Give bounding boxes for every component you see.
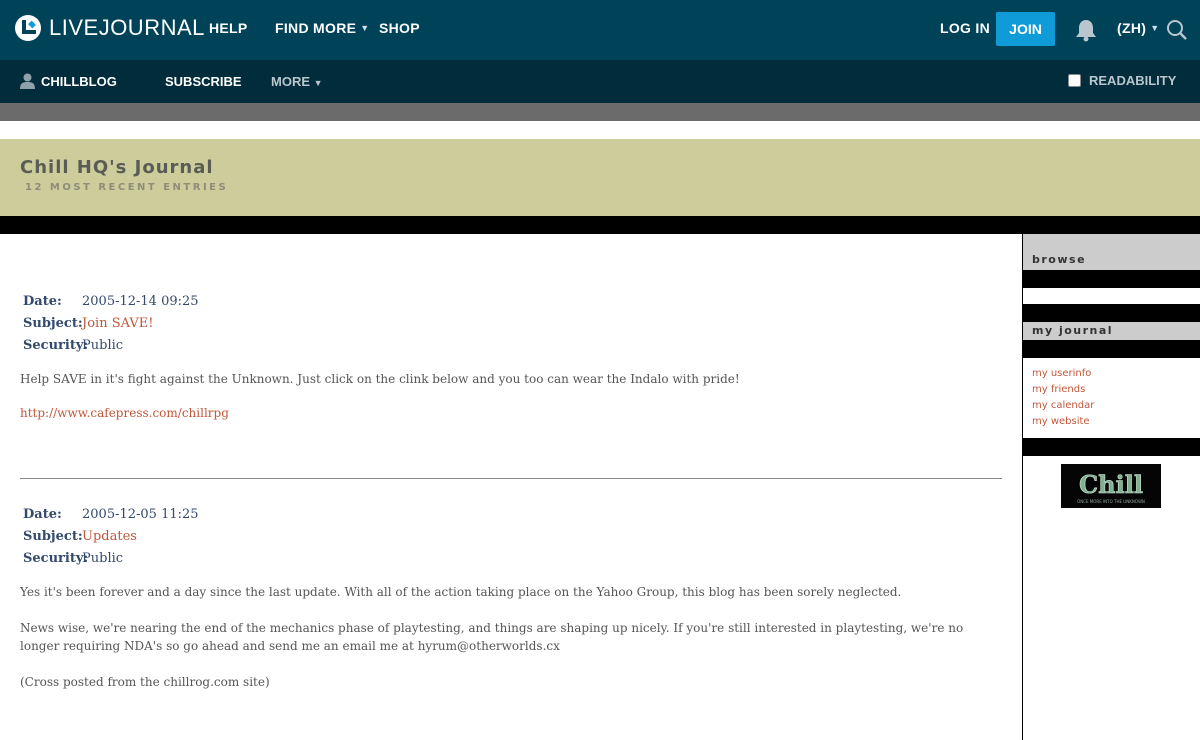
bell-icon[interactable]: [1075, 18, 1097, 42]
entry-body-paragraph: News wise, we're nearing the end of the …: [20, 621, 964, 653]
entry-security-label: Security:: [23, 551, 89, 566]
entry-external-link[interactable]: http://www.cafepress.com/chillrpg: [20, 406, 229, 420]
nav-shop[interactable]: SHOP: [379, 20, 420, 36]
sidebar-link-calendar[interactable]: my calendar: [1032, 400, 1094, 411]
entry-security-label: Security:: [23, 338, 89, 353]
sidebar-browse-heading: browse: [1023, 234, 1200, 270]
chevron-down-icon: ▼: [313, 78, 323, 88]
sidebar-bar: [1023, 438, 1200, 456]
more-label: MORE: [271, 74, 310, 89]
gray-band: [0, 103, 1200, 121]
login-link[interactable]: LOG IN: [940, 20, 990, 36]
language-selector[interactable]: (ZH) ▼: [1117, 20, 1159, 36]
nav-find-more[interactable]: FIND MORE ▼: [275, 20, 369, 36]
entry-subject-label: Subject:: [23, 316, 83, 331]
logo-text: LIVEJOURNAL: [49, 15, 205, 40]
sidebar-link-website[interactable]: my website: [1032, 416, 1090, 427]
journal-subtitle: 12 MOST RECENT ENTRIES: [25, 182, 229, 193]
readability-toggle[interactable]: READABILITY: [1068, 73, 1176, 88]
entry-subject-link[interactable]: Updates: [82, 529, 137, 544]
header-divider-bar: [0, 216, 1200, 234]
subscribe-link[interactable]: SUBSCRIBE: [165, 74, 242, 89]
entry-date: 2005-12-14 09:25: [82, 294, 199, 309]
livejournal-logo-icon: [15, 15, 41, 41]
livejournal-logo[interactable]: LIVEJOURNAL: [14, 14, 205, 42]
chill-logo-icon: Chill ONCE MORE INTO THE UNKNOWN: [1061, 464, 1161, 508]
sidebar-my-journal-heading: my journal: [1023, 322, 1200, 340]
entry-date-label: Date:: [23, 507, 62, 522]
sidebar-bar: [1023, 340, 1200, 358]
chevron-down-icon: ▼: [1150, 23, 1160, 33]
entry-date: 2005-12-05 11:25: [82, 507, 199, 522]
more-menu[interactable]: MORE ▼: [271, 74, 323, 89]
readability-label: READABILITY: [1089, 73, 1177, 88]
entry-date-label: Date:: [23, 294, 62, 309]
sidebar-bar: [1023, 304, 1200, 322]
journal-username[interactable]: CHILLBLOG: [41, 74, 117, 89]
user-icon: [20, 73, 35, 89]
entry-divider: [20, 478, 1002, 479]
entry-security: Public: [82, 551, 124, 566]
join-button[interactable]: JOIN: [996, 12, 1055, 46]
entry-body: Help SAVE in it's fight against the Unkn…: [20, 372, 740, 386]
chevron-down-icon: ▼: [360, 23, 370, 33]
entry-body-paragraph: Yes it's been forever and a day since th…: [20, 585, 902, 599]
sidebar-bar: [1023, 270, 1200, 288]
readability-checkbox[interactable]: [1068, 74, 1081, 87]
search-icon[interactable]: [1166, 19, 1188, 41]
chill-logo-image[interactable]: Chill ONCE MORE INTO THE UNKNOWN: [1061, 464, 1161, 508]
nav-find-more-label: FIND MORE: [275, 20, 357, 36]
chill-logo-tagline: ONCE MORE INTO THE UNKNOWN: [1077, 499, 1145, 504]
entry-subject-label: Subject:: [23, 529, 83, 544]
chill-logo-text: Chill: [1079, 470, 1143, 499]
entry-security: Public: [82, 338, 124, 353]
nav-help[interactable]: HELP: [209, 20, 248, 36]
journal-title: Chill HQ's Journal: [20, 157, 214, 178]
language-label: (ZH): [1117, 20, 1147, 36]
entry-body-paragraph: (Cross posted from the chillrog.com site…: [20, 675, 270, 689]
entry-subject-link[interactable]: Join SAVE!: [82, 316, 153, 331]
sidebar-link-friends[interactable]: my friends: [1032, 384, 1085, 395]
sidebar-link-userinfo[interactable]: my userinfo: [1032, 368, 1091, 379]
